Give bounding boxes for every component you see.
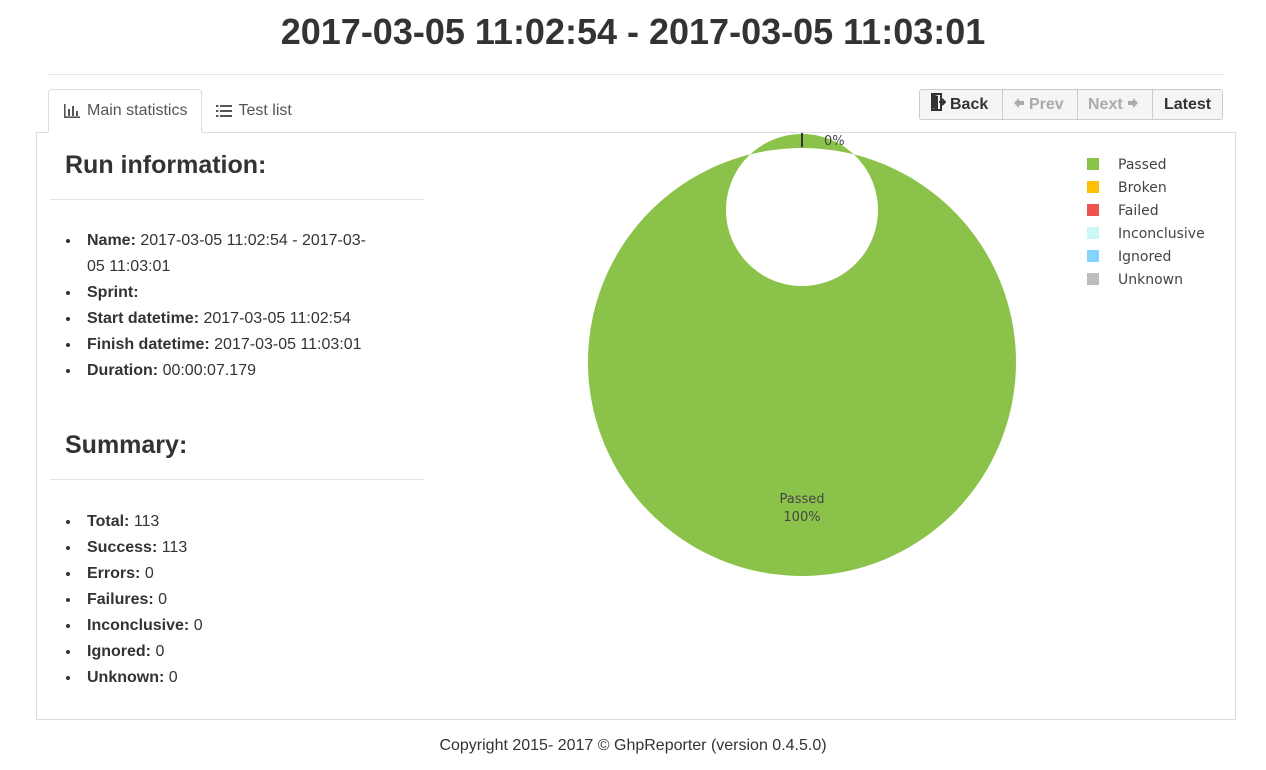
legend-label-broken[interactable]: Broken bbox=[1118, 180, 1167, 196]
latest-button[interactable]: Latest bbox=[1152, 89, 1223, 120]
next-button-label: Next bbox=[1088, 95, 1123, 113]
footer-copyright: Copyright 2015- 2017 © GhpReporter (vers… bbox=[439, 737, 827, 754]
inner-slice-name-label: Passed bbox=[779, 492, 824, 507]
arrow-right-icon bbox=[1127, 96, 1139, 114]
legend-label-passed[interactable]: Passed bbox=[1118, 157, 1166, 173]
tab-test-list[interactable]: Test list bbox=[202, 89, 305, 133]
legend-swatch-unknown bbox=[1087, 273, 1099, 285]
tab-main-statistics[interactable]: Main statistics bbox=[48, 89, 203, 133]
tab-bar: Main statistics Test list bbox=[48, 89, 306, 133]
prev-button-label: Prev bbox=[1029, 95, 1064, 113]
exit-door-icon bbox=[930, 93, 947, 116]
legend-label-failed[interactable]: Failed bbox=[1118, 203, 1159, 219]
tab-main-statistics-label: Main statistics bbox=[87, 102, 188, 119]
next-button[interactable]: Next bbox=[1077, 89, 1153, 120]
test-results-donut-chart: 0% Passed 100% Passed Broken Failed Inconcl… bbox=[587, 133, 1205, 576]
prev-button[interactable]: Prev bbox=[1002, 89, 1078, 120]
title-divider bbox=[48, 74, 1224, 75]
legend-label-ignored[interactable]: Ignored bbox=[1118, 249, 1171, 265]
legend-label-unknown[interactable]: Unknown bbox=[1118, 272, 1183, 288]
legend-swatch-ignored bbox=[1087, 250, 1099, 262]
page-title: 2017-03-05 11:02:54 - 2017-03-05 11:03:0… bbox=[280, 11, 986, 52]
main-statistics-panel: Run information: Name: 2017-03-05 11:02:… bbox=[36, 132, 1236, 720]
inner-slice-percent-label: 100% bbox=[783, 510, 820, 525]
latest-button-label: Latest bbox=[1163, 95, 1212, 113]
legend-swatch-passed bbox=[1087, 158, 1099, 170]
tab-test-list-label: Test list bbox=[238, 102, 292, 119]
back-button[interactable]: Back bbox=[919, 89, 1003, 120]
list-icon bbox=[216, 104, 233, 118]
bar-chart-icon bbox=[63, 103, 81, 119]
outer-percent-label: 0% bbox=[824, 134, 845, 149]
arrow-left-icon bbox=[1013, 96, 1025, 114]
legend-swatch-inconclusive bbox=[1087, 227, 1099, 239]
legend-swatch-broken bbox=[1087, 181, 1099, 193]
legend-swatch-failed bbox=[1087, 204, 1099, 216]
legend-label-inconclusive[interactable]: Inconclusive bbox=[1118, 226, 1205, 242]
back-button-label: Back bbox=[950, 95, 989, 113]
run-navigation: Back Prev Next Latest bbox=[919, 89, 1223, 120]
chart-legend: Passed Broken Failed Inconclusive Ignored Unk… bbox=[1087, 157, 1205, 288]
